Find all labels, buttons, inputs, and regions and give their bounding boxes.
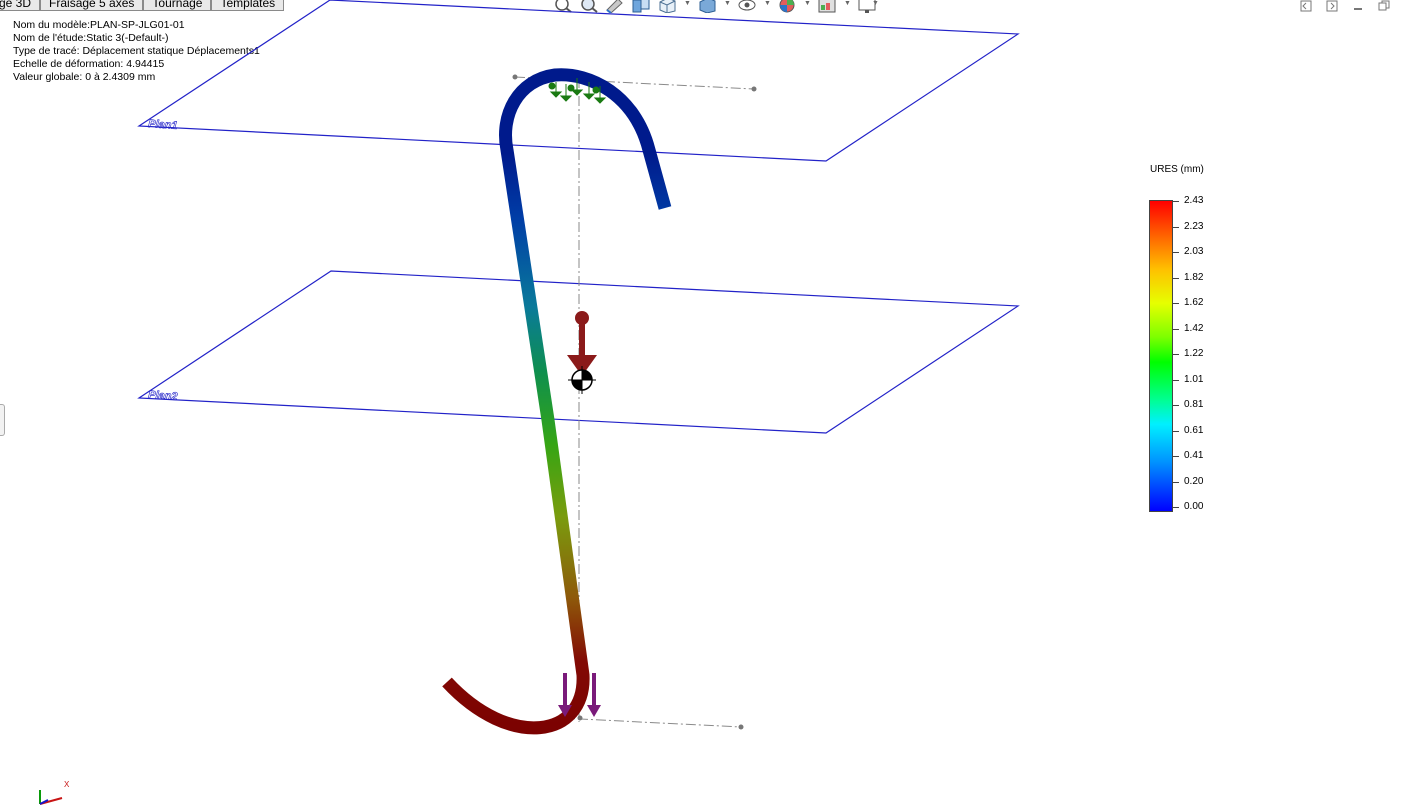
triad-x-label: X [64, 780, 70, 789]
legend-label: 0.61 [1184, 425, 1204, 436]
legend-tick [1173, 482, 1179, 483]
legend-tick [1173, 227, 1179, 228]
legend-label: 1.82 [1184, 272, 1204, 283]
legend-label: 2.03 [1184, 246, 1204, 257]
legend-label: 1.62 [1184, 297, 1204, 308]
legend-color-bar[interactable] [1149, 200, 1173, 512]
legend-label: 1.01 [1184, 374, 1204, 385]
legend-tick [1173, 380, 1179, 381]
legend-tick [1173, 354, 1179, 355]
legend-tick [1173, 456, 1179, 457]
reference-triad-icon: X [39, 780, 70, 805]
center-of-mass-icon[interactable] [568, 366, 596, 394]
legend-label: 0.41 [1184, 450, 1204, 461]
legend-tick [1173, 329, 1179, 330]
legend-title: URES (mm) [1150, 164, 1204, 175]
legend-label: 2.23 [1184, 221, 1204, 232]
legend-tick [1173, 201, 1179, 202]
legend-label: 0.20 [1184, 476, 1204, 487]
legend-tick [1173, 252, 1179, 253]
legend-tick [1173, 507, 1179, 508]
legend-label: 0.81 [1184, 399, 1204, 410]
legend-label: 1.42 [1184, 323, 1204, 334]
plane-1-label: Plan1 [148, 118, 178, 132]
feature-manager-toggle[interactable] [0, 404, 5, 436]
legend-tick [1173, 303, 1179, 304]
legend-tick [1173, 405, 1179, 406]
legend-label: 2.43 [1184, 195, 1204, 206]
legend-label: 1.22 [1184, 348, 1204, 359]
legend-label: 0.00 [1184, 501, 1204, 512]
plane-2-label: Plan2 [148, 389, 178, 403]
legend-tick [1173, 431, 1179, 432]
s-hook-part[interactable] [442, 68, 672, 735]
legend-tick [1173, 278, 1179, 279]
